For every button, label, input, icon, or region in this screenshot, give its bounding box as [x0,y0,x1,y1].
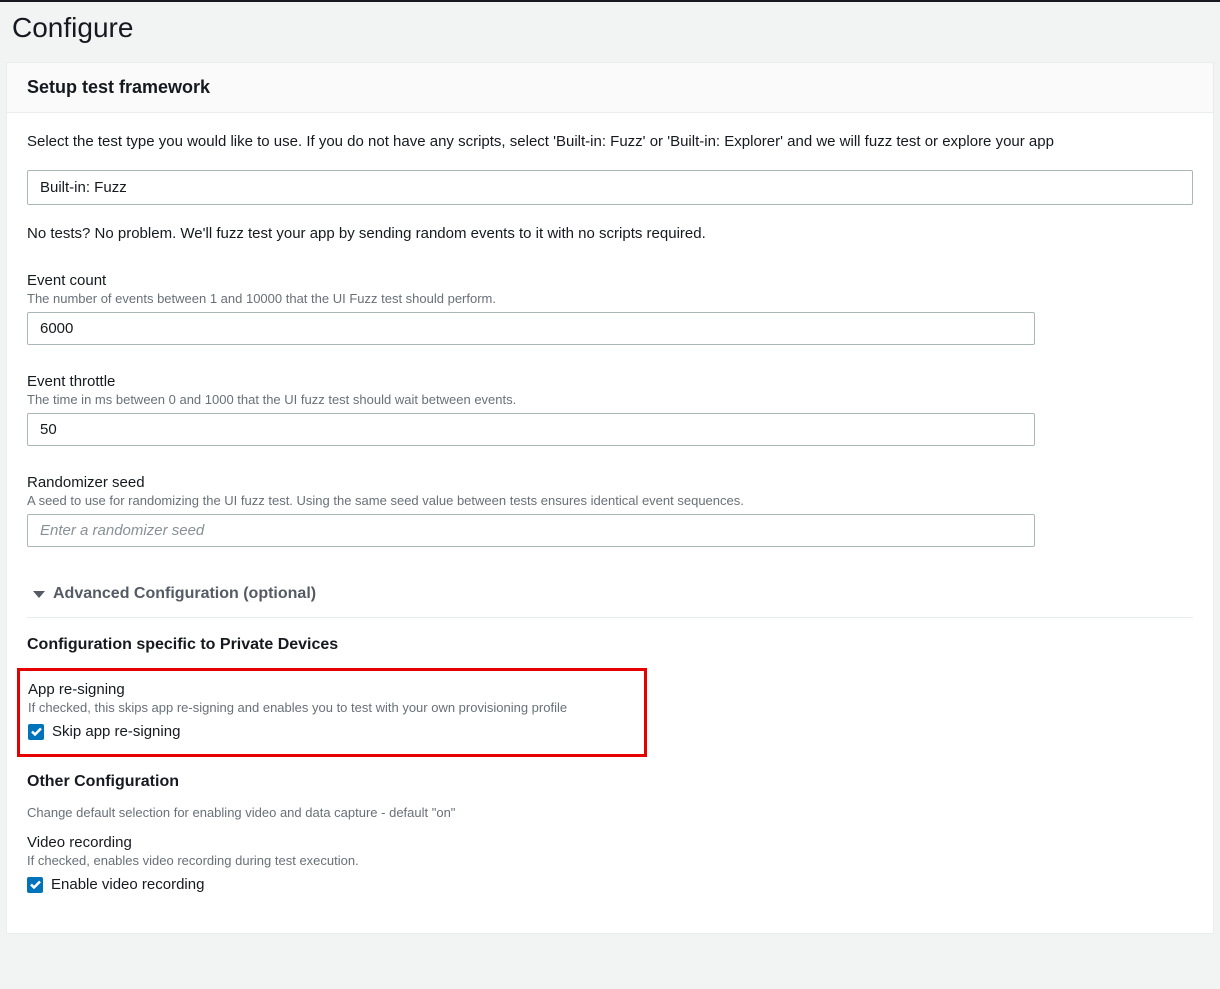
event-count-label: Event count [27,272,1193,289]
page-title: Configure [12,12,1208,44]
test-type-select-wrap: Built-in: Fuzz [27,170,1193,205]
skip-resigning-row: Skip app re-signing [28,723,636,740]
check-icon [30,880,41,889]
skip-resigning-checkbox[interactable] [28,724,44,740]
test-type-select[interactable]: Built-in: Fuzz [27,170,1193,205]
intro-text: Select the test type you would like to u… [27,133,1193,150]
randomizer-seed-block: Randomizer seed A seed to use for random… [27,474,1193,547]
card-header: Setup test framework [7,63,1213,113]
app-resigning-desc: If checked, this skips app re-signing an… [28,700,636,715]
no-tests-hint: No tests? No problem. We'll fuzz test yo… [27,225,1193,242]
check-icon [31,727,42,736]
randomizer-seed-desc: A seed to use for randomizing the UI fuz… [27,493,1193,508]
video-recording-label: Video recording [27,834,1193,851]
video-recording-desc: If checked, enables video recording duri… [27,853,1193,868]
card-body: Select the test type you would like to u… [7,113,1213,933]
other-config-heading: Other Configuration [27,773,1193,791]
event-throttle-label: Event throttle [27,373,1193,390]
app-resigning-label: App re-signing [28,681,636,698]
private-devices-heading: Configuration specific to Private Device… [27,636,1193,654]
advanced-config-label: Advanced Configuration (optional) [53,585,316,603]
event-throttle-block: Event throttle The time in ms between 0 … [27,373,1193,446]
video-recording-checkbox-label: Enable video recording [51,876,204,893]
event-count-input[interactable] [27,312,1035,345]
randomizer-seed-input[interactable] [27,514,1035,547]
event-throttle-input[interactable] [27,413,1035,446]
event-count-block: Event count The number of events between… [27,272,1193,345]
other-config-desc: Change default selection for enabling vi… [27,805,1193,820]
video-recording-row: Enable video recording [27,876,1193,893]
other-config-section: Other Configuration Change default selec… [27,773,1193,893]
app-resigning-highlight: App re-signing If checked, this skips ap… [17,668,647,757]
card-header-title: Setup test framework [27,77,1193,98]
event-throttle-desc: The time in ms between 0 and 1000 that t… [27,392,1193,407]
event-count-desc: The number of events between 1 and 10000… [27,291,1193,306]
skip-resigning-checkbox-label: Skip app re-signing [52,723,180,740]
randomizer-seed-label: Randomizer seed [27,474,1193,491]
advanced-config-toggle[interactable]: Advanced Configuration (optional) [27,575,1193,618]
video-recording-checkbox[interactable] [27,877,43,893]
setup-card: Setup test framework Select the test typ… [6,62,1214,934]
caret-down-icon [33,591,45,598]
page-header: Configure [0,2,1220,62]
